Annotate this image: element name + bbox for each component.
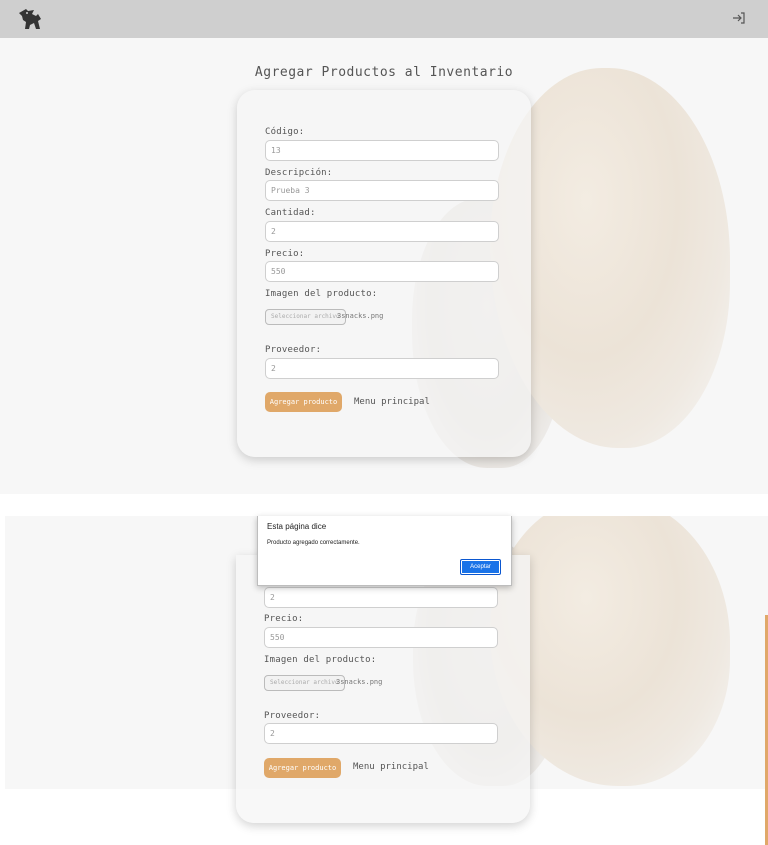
main-menu-link[interactable]: Menu principal xyxy=(354,397,430,407)
dog-cat-logo-icon[interactable] xyxy=(16,7,44,31)
navbar xyxy=(0,0,768,38)
form-card: Código: 13 Descripción: Prueba 3 Cantida… xyxy=(237,90,531,457)
selected-filename: 3snacks.png xyxy=(336,678,383,686)
alert-dialog: Esta página dice Producto agregado corre… xyxy=(257,516,512,586)
file-select-button[interactable]: Seleccionar archivo xyxy=(265,309,346,325)
imagen-label: Imagen del producto: xyxy=(264,655,377,665)
precio-input[interactable]: 550 xyxy=(264,627,498,648)
dialog-message: Producto agregado correctamente. xyxy=(267,540,360,546)
imagen-label: Imagen del producto: xyxy=(265,289,378,299)
precio-input[interactable]: 550 xyxy=(265,261,499,282)
proveedor-input[interactable]: 2 xyxy=(265,358,499,379)
file-select-button[interactable]: Seleccionar archivo xyxy=(264,675,345,691)
proveedor-label: Proveedor: xyxy=(264,711,321,721)
descripcion-input[interactable]: Prueba 3 xyxy=(265,180,499,201)
cantidad-input[interactable]: 2 xyxy=(265,221,499,242)
codigo-label: Código: xyxy=(265,127,305,137)
sign-in-arrow-icon[interactable] xyxy=(732,11,746,25)
precio-label: Precio: xyxy=(265,249,305,259)
main-menu-link[interactable]: Menu principal xyxy=(353,762,429,772)
form-card-scrolled: 2 Precio: 550 Imagen del producto: Selec… xyxy=(236,555,530,823)
selected-filename: 3snacks.png xyxy=(337,312,384,320)
cantidad-label: Cantidad: xyxy=(265,208,316,218)
proveedor-label: Proveedor: xyxy=(265,345,322,355)
dialog-title: Esta página dice xyxy=(267,522,327,531)
precio-label: Precio: xyxy=(264,614,304,624)
accept-button[interactable]: Aceptar xyxy=(460,559,501,575)
codigo-input[interactable]: 13 xyxy=(265,140,499,161)
descripcion-label: Descripción: xyxy=(265,168,333,178)
page-title: Agregar Productos al Inventario xyxy=(254,65,514,80)
proveedor-input[interactable]: 2 xyxy=(264,723,498,744)
cantidad-input[interactable]: 2 xyxy=(264,587,498,608)
add-product-button[interactable]: Agregar producto xyxy=(265,392,342,412)
add-product-button[interactable]: Agregar producto xyxy=(264,758,341,778)
